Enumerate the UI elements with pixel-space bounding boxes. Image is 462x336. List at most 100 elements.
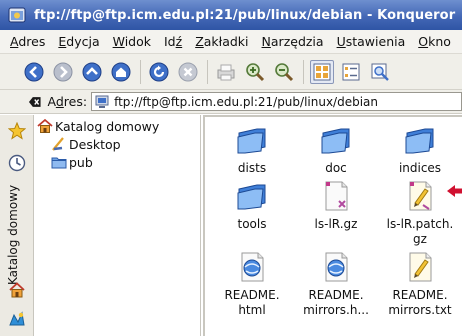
file-item-dists[interactable]: dists xyxy=(215,123,289,176)
menu-mnemonic: O xyxy=(418,34,429,49)
menu-ustawienia[interactable]: Ustawienia xyxy=(337,34,406,49)
history-clock-icon[interactable] xyxy=(8,154,26,172)
text-edit-file-icon xyxy=(409,252,432,282)
menu-mnemonic: U xyxy=(336,34,346,49)
menu-mnemonic: W xyxy=(112,34,125,49)
tree-label: pub xyxy=(69,154,93,170)
zoom-in-button[interactable] xyxy=(243,60,267,84)
toolbar-separator xyxy=(140,59,141,84)
file-name-line2: gz xyxy=(413,232,427,246)
file-name: README. xyxy=(392,288,448,302)
file-name-line2: mirrors.txt xyxy=(388,303,452,317)
file-item-tools[interactable]: tools xyxy=(215,179,289,232)
reload-button[interactable] xyxy=(147,60,171,84)
bookmarks-star-icon[interactable] xyxy=(8,122,26,140)
window-title: ftp://ftp@ftp.icm.edu.pl:21/pub/linux/de… xyxy=(34,7,456,23)
zoom-in-icon xyxy=(246,62,265,81)
location-url: ftp://ftp@ftp.icm.edu.pl:21/pub/linux/de… xyxy=(114,94,379,109)
file-name-line2: html xyxy=(238,303,266,317)
home-icon xyxy=(37,118,53,133)
menu-label: akładki xyxy=(203,34,249,49)
file-name: ls-lR.patch. xyxy=(386,217,454,231)
tree-label: Desktop xyxy=(69,136,121,152)
menu-zakladki[interactable]: Zakładki xyxy=(195,34,248,49)
main-toolbar xyxy=(0,54,462,90)
menu-adres[interactable]: Adres xyxy=(10,34,45,49)
menu-idz[interactable]: Idź xyxy=(164,34,182,49)
stop-button[interactable] xyxy=(176,60,200,84)
detail-view-button[interactable] xyxy=(339,60,363,84)
file-item-readme-mirrors-html[interactable]: README. mirrors.h... xyxy=(299,250,373,318)
text-edit-file-icon xyxy=(409,181,432,211)
menu-mnemonic: ź xyxy=(175,34,183,49)
file-item-indices[interactable]: indices xyxy=(383,123,457,176)
sidebar-tab-strip: Katalog domowy xyxy=(0,115,34,336)
archive-file-icon xyxy=(325,181,348,211)
forward-arrow-icon xyxy=(53,62,73,81)
icon-view-button[interactable] xyxy=(310,59,334,84)
preview-view-button[interactable] xyxy=(368,60,392,84)
location-label-mnemonic: d xyxy=(55,94,64,109)
sidebar-tab-label: Katalog domowy xyxy=(6,184,20,285)
services-icon[interactable] xyxy=(8,310,26,328)
title-bar[interactable]: ftp://ftp@ftp.icm.edu.pl:21/pub/linux/de… xyxy=(0,0,462,30)
printer-icon xyxy=(217,64,235,80)
icon-view-icon xyxy=(313,63,331,80)
tree-item-desktop[interactable]: Desktop xyxy=(51,136,121,152)
menu-label: Id xyxy=(164,34,176,49)
menu-bar: Adres Edycja Widok Idź Zakładki Narzędzi… xyxy=(0,30,462,54)
up-arrow-icon xyxy=(82,62,102,81)
network-icon xyxy=(95,95,109,108)
toolbar-separator xyxy=(207,59,208,84)
forward-button[interactable] xyxy=(51,60,75,84)
zoom-out-button[interactable] xyxy=(272,60,296,84)
file-item-ls-lr-gz[interactable]: ls-lR.gz xyxy=(299,179,373,232)
home-icon[interactable] xyxy=(8,281,26,299)
file-icon-view: dists doc indices tools ls-lR.gz ls-lR.p… xyxy=(203,115,462,336)
toolbar-separator xyxy=(303,59,304,84)
menu-okno[interactable]: Okno xyxy=(418,34,451,49)
location-bar: Adres: ftp://ftp@ftp.icm.edu.pl:21/pub/l… xyxy=(0,90,462,114)
home-icon xyxy=(111,62,131,81)
menu-label: kno xyxy=(428,34,451,49)
folder-icon xyxy=(237,128,266,154)
print-button[interactable] xyxy=(214,60,238,84)
desktop-icon xyxy=(52,137,64,151)
folder-icon xyxy=(51,157,67,169)
file-name: README. xyxy=(308,288,364,302)
location-label-pre: A xyxy=(47,94,56,109)
file-name: doc xyxy=(325,161,347,175)
location-label: Adres: xyxy=(48,94,88,109)
folder-icon xyxy=(237,184,266,210)
up-button[interactable] xyxy=(80,60,104,84)
konqueror-icon xyxy=(8,7,26,23)
html-file-icon xyxy=(325,252,348,282)
file-item-readme-html[interactable]: README. html xyxy=(215,250,289,318)
file-name-line2: mirrors.h... xyxy=(303,303,369,317)
file-name: README. xyxy=(224,288,280,302)
tree-label: Katalog domowy xyxy=(55,118,160,134)
html-file-icon xyxy=(241,252,264,282)
navigation-tree: Katalog domowy Desktop pub xyxy=(35,115,201,336)
file-item-readme-mirrors-txt[interactable]: README. mirrors.txt xyxy=(383,250,457,318)
file-item-doc[interactable]: doc xyxy=(299,123,373,176)
back-button[interactable] xyxy=(22,60,46,84)
back-arrow-icon xyxy=(24,62,44,81)
tree-item-pub[interactable]: pub xyxy=(51,154,93,170)
folder-icon xyxy=(405,128,434,154)
menu-narzedzia[interactable]: Narzędzia xyxy=(262,34,324,49)
callout-arrow-icon xyxy=(447,185,462,197)
magnifier-view-icon xyxy=(371,63,389,81)
menu-label: dycja xyxy=(66,34,100,49)
menu-edycja[interactable]: Edycja xyxy=(58,34,99,49)
clear-location-icon[interactable] xyxy=(28,96,42,108)
folder-icon xyxy=(321,128,350,154)
menu-label: idok xyxy=(124,34,151,49)
menu-label: arzędzia xyxy=(270,34,324,49)
menu-label: dres xyxy=(18,34,46,49)
tree-item-home[interactable]: Katalog domowy xyxy=(37,118,159,134)
home-button[interactable] xyxy=(109,60,133,84)
menu-widok[interactable]: Widok xyxy=(113,34,151,49)
location-input[interactable]: ftp://ftp@ftp.icm.edu.pl:21/pub/linux/de… xyxy=(91,92,462,111)
file-name: ls-lR.gz xyxy=(314,217,358,231)
